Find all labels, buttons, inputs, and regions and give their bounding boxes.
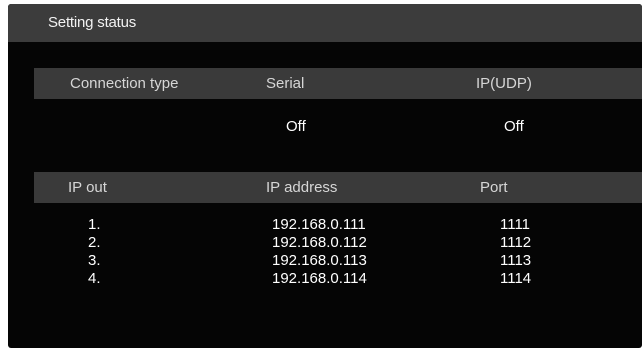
page-title: Setting status: [48, 14, 137, 31]
ip-out-index: 2.: [88, 234, 101, 251]
ip-out-port: 1111: [500, 216, 531, 233]
ip-out-port: 1113: [500, 252, 532, 269]
ip-out-header: IP out: [68, 179, 107, 196]
serial-status-value: Off: [286, 118, 306, 135]
port-header: Port: [480, 179, 508, 196]
ip-out-index: 4.: [88, 270, 101, 287]
ip-udp-status-value: Off: [504, 118, 524, 135]
setting-status-screen: Setting status Connection type Serial IP…: [8, 4, 642, 348]
ip-udp-header: IP(UDP): [476, 75, 532, 92]
connection-header-bar: Connection type Serial IP(UDP): [34, 68, 642, 99]
ip-out-index: 1.: [88, 216, 101, 233]
title-bar: Setting status: [8, 4, 642, 42]
ip-address-header: IP address: [266, 179, 338, 196]
serial-header: Serial: [266, 75, 305, 92]
connection-type-header: Connection type: [70, 75, 179, 92]
ip-out-address: 192.168.0.112: [272, 234, 367, 251]
ip-out-header-bar: IP out IP address Port: [34, 172, 642, 203]
ip-out-port: 1112: [500, 234, 532, 251]
ip-out-address: 192.168.0.114: [272, 270, 367, 287]
ip-out-address: 192.168.0.111: [272, 216, 366, 233]
ip-out-address: 192.168.0.113: [272, 252, 367, 269]
ip-out-index: 3.: [88, 252, 101, 269]
ip-out-port: 1114: [500, 270, 532, 287]
